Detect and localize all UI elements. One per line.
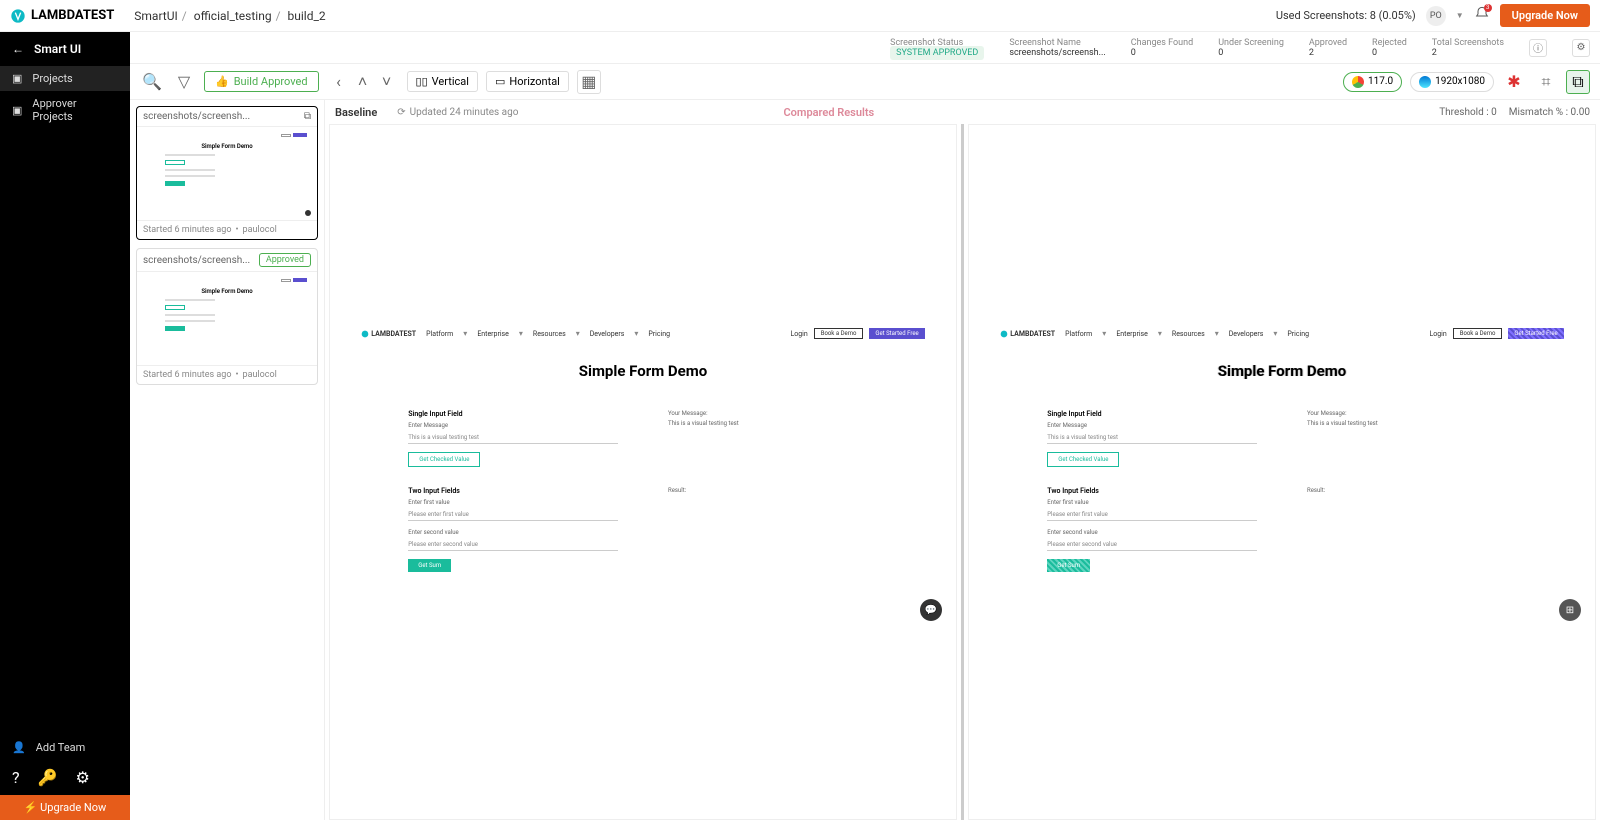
folder-icon: ▣ [12,72,22,85]
lambdatest-icon [10,8,26,24]
compared-results-label: Compared Results [783,106,874,119]
approved-badge: Approved [259,253,311,267]
bug-icon[interactable]: ✱ [1502,70,1526,94]
upgrade-now-button[interactable]: Upgrade Now [1500,4,1590,27]
thumbnail-name: screenshots/screensh... [143,255,250,266]
down-arrow-icon[interactable]: ˅ [375,70,399,94]
thumbnail-name: screenshots/screensh... [143,111,250,122]
sidebar-item-approver[interactable]: ▣ Approver Projects [0,91,130,129]
mismatch-label: Mismatch % : 0.00 [1509,107,1590,118]
chrome-icon [1352,76,1364,88]
thumbnail-preview: Simple Form Demo [137,271,317,366]
up-arrow-icon[interactable]: ˄ [351,70,375,94]
breadcrumb-project[interactable]: official_testing [194,9,272,23]
avatar[interactable]: PO [1426,6,1446,26]
gear-icon[interactable]: ⚙ [75,768,89,787]
copy-icon[interactable]: ⧉ [304,111,311,122]
stat-name: Screenshot Name screenshots/screensh... [1009,38,1105,58]
user-plus-icon: 👤 [12,741,26,754]
threshold-label: Threshold : 0 [1439,107,1497,118]
thumb-up-icon: 👍 [215,75,229,88]
chevron-down-icon[interactable]: ▼ [1456,11,1464,20]
top-header: LAMBDATEST SmartUI/ official_testing/ bu… [0,0,1600,32]
compared-pane: LAMBDATEST Platform▾ Enterprise▾ Resourc… [968,124,1596,820]
compare-icon[interactable]: ⧉ [1566,70,1590,94]
resolution-pill[interactable]: 1920x1080 [1410,72,1494,92]
toolbar: 🔍 ▽ 👍 Build Approved ‹ ˄ ˅ ▯▯ Vertical ▭… [130,64,1600,100]
help-icon[interactable]: ? [12,768,20,787]
settings-icon[interactable]: ⚙ [1572,39,1590,57]
stat-status: Screenshot Status SYSTEM APPROVED [890,38,984,58]
thumbnails-panel: screenshots/screensh... ⧉ Simple Form De… [130,100,325,820]
thumbnail-card[interactable]: screenshots/screensh... ⧉ Simple Form De… [136,106,318,240]
thumbnail-preview: Simple Form Demo [137,126,317,221]
arrow-left-icon: ← [12,42,24,56]
grid-view-icon[interactable]: ▦ [577,70,601,94]
stat-total: Total Screenshots 2 [1432,38,1504,58]
sidebar-add-team[interactable]: 👤 Add Team [0,735,130,760]
chrome-version-pill[interactable]: 117.0 [1343,72,1402,92]
breadcrumb-smartui[interactable]: SmartUI [134,9,178,23]
horizontal-icon: ▭ [495,75,505,88]
vertical-icon: ▯▯ [416,75,428,88]
stat-rejected: Rejected 0 [1372,38,1407,58]
search-icon[interactable]: 🔍 [140,70,164,94]
vertical-view-button[interactable]: ▯▯ Vertical [407,71,478,92]
sidebar: ← Smart UI ▣ Projects ▣ Approver Project… [0,32,130,820]
edge-icon [1419,76,1431,88]
used-screenshots: Used Screenshots: 8 (0.05%) [1276,9,1416,22]
compare-area: Baseline ⟳ Updated 24 minutes ago Compar… [325,100,1600,820]
horizontal-view-button[interactable]: ▭ Horizontal [486,71,569,92]
stat-screening: Under Screening 0 [1218,38,1284,58]
thumbnail-card[interactable]: screenshots/screensh... Approved Simple … [136,248,318,385]
sidebar-back[interactable]: ← Smart UI [0,32,130,66]
chat-icon[interactable]: 💬 [920,599,942,621]
stats-bar: Screenshot Status SYSTEM APPROVED Screen… [130,32,1600,64]
sidebar-item-projects[interactable]: ▣ Projects [0,66,130,91]
main-area: Screenshot Status SYSTEM APPROVED Screen… [130,32,1600,820]
notifications-icon[interactable]: 3 [1474,6,1490,26]
check-icon: ▣ [12,104,22,117]
chat-icon[interactable]: ⊞ [1559,599,1581,621]
breadcrumb: SmartUI/ official_testing/ build_2 [134,9,325,23]
baseline-pane: LAMBDATEST Platform▾ Enterprise▾ Resourc… [329,124,957,820]
baseline-label: Baseline [335,106,377,119]
prev-arrow-icon[interactable]: ‹ [327,70,351,94]
stat-changes: Changes Found 0 [1131,38,1193,58]
pane-divider[interactable] [961,124,964,820]
sidebar-upgrade-button[interactable]: ⚡ Upgrade Now [0,795,130,820]
stat-approved: Approved 2 [1309,38,1347,58]
info-icon[interactable]: ⓘ [1529,39,1547,57]
updated-label: ⟳ Updated 24 minutes ago [397,107,518,118]
clock-icon: ⟳ [397,107,405,118]
breadcrumb-build[interactable]: build_2 [288,9,326,23]
build-approved-button[interactable]: 👍 Build Approved [204,71,319,92]
brand-logo[interactable]: LAMBDATEST [10,8,114,24]
bug-alt-icon[interactable]: ⌗ [1534,70,1558,94]
key-icon[interactable]: 🔑 [38,768,58,787]
filter-icon[interactable]: ▽ [172,70,196,94]
